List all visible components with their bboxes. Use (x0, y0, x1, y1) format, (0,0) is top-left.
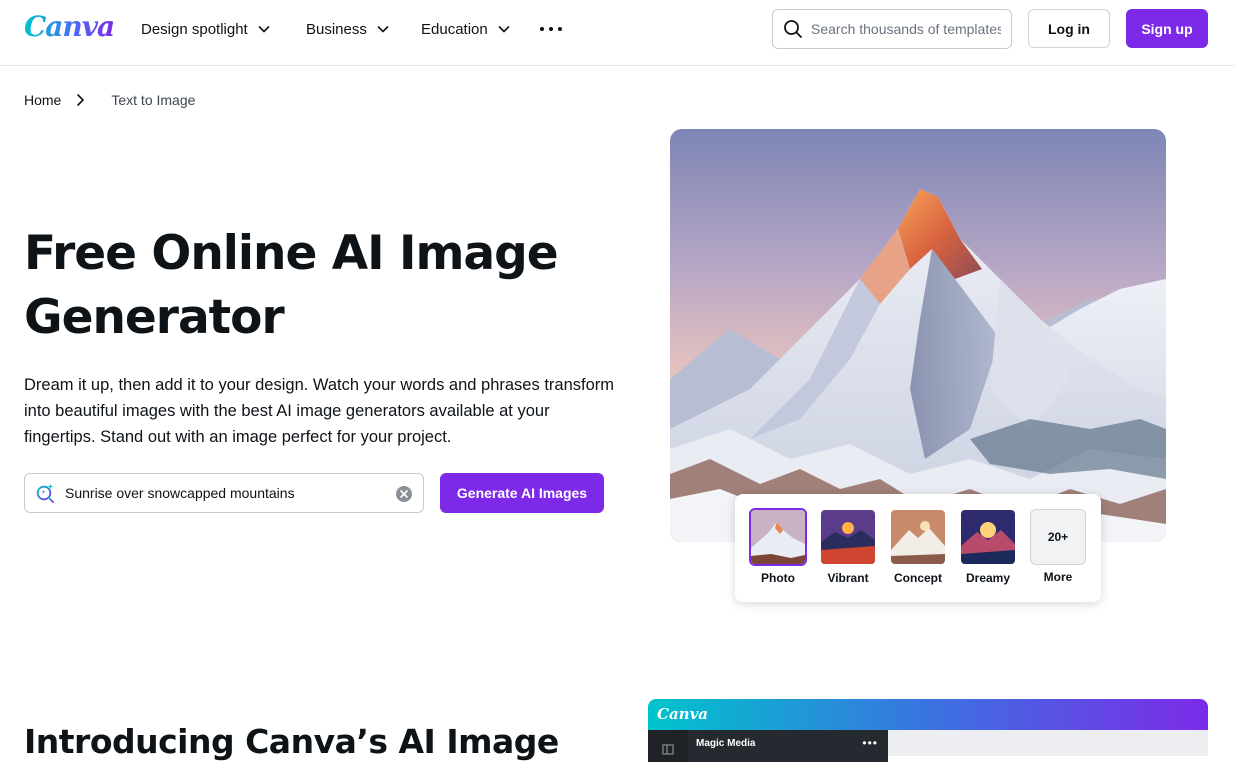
more-horizontal-icon[interactable] (540, 20, 562, 38)
canva-app-preview: Canva Magic Media ••• (648, 699, 1208, 762)
chevron-down-icon (377, 26, 389, 33)
canva-logo[interactable]: Canva (24, 10, 115, 43)
clear-icon[interactable] (396, 486, 412, 502)
search-input[interactable] (811, 21, 1001, 37)
chevron-down-icon (498, 26, 510, 33)
style-photo[interactable]: Photo (747, 508, 809, 585)
log-in-button[interactable]: Log in (1028, 9, 1110, 48)
breadcrumb-home-link[interactable]: Home (24, 92, 61, 108)
app-preview-sidebar (648, 730, 688, 762)
prompt-input[interactable] (65, 485, 375, 501)
style-vibrant[interactable]: Vibrant (817, 508, 879, 585)
style-more-count: 20+ (1030, 509, 1086, 565)
prompt-field[interactable] (24, 473, 424, 513)
style-dreamy-label: Dreamy (965, 571, 1011, 585)
top-navigation-bar: Canva Design spotlight Business Educatio… (0, 0, 1235, 66)
style-photo-label: Photo (761, 571, 795, 585)
hero-description: Dream it up, then add it to your design.… (24, 376, 615, 446)
nav-education[interactable]: Education (421, 0, 510, 58)
app-preview-header (648, 699, 1208, 730)
nav-business[interactable]: Business (306, 0, 389, 58)
nav-business-label: Business (306, 20, 367, 38)
search-bar[interactable] (772, 9, 1012, 49)
nav-education-label: Education (421, 20, 488, 38)
breadcrumb: Home Text to Image (24, 92, 195, 108)
style-dreamy[interactable]: Dreamy (957, 508, 1019, 585)
app-preview-logo: Canva (657, 705, 708, 723)
mountain-illustration (670, 129, 1166, 542)
section-title: Introducing Canva’s AI Image (24, 722, 559, 761)
style-vibrant-label: Vibrant (827, 571, 869, 585)
nav-design-spotlight-label: Design spotlight (141, 20, 248, 38)
chevron-right-icon (77, 94, 85, 106)
app-preview-strip (888, 756, 1208, 762)
style-selector: Photo Vibrant Concept Dreamy 20+ More (735, 494, 1101, 602)
chevron-down-icon (258, 26, 270, 33)
magic-media-panel: Magic Media ••• (688, 730, 888, 762)
magic-search-icon (36, 484, 54, 503)
style-vibrant-thumbnail (819, 508, 877, 566)
more-horizontal-icon: ••• (862, 736, 878, 750)
hero-mountain-image (670, 129, 1166, 542)
style-concept-label: Concept (894, 571, 942, 585)
page-title: Free Online AI Image Generator (24, 226, 559, 345)
style-dreamy-thumbnail (959, 508, 1017, 566)
search-icon (784, 20, 802, 38)
magic-media-title: Magic Media (696, 738, 756, 749)
generate-ai-images-button[interactable]: Generate AI Images (440, 473, 604, 513)
sign-up-button[interactable]: Sign up (1126, 9, 1208, 48)
panel-icon (662, 744, 674, 755)
style-concept-thumbnail (889, 508, 947, 566)
breadcrumb-current: Text to Image (111, 92, 196, 108)
style-more-label: More (1043, 570, 1073, 584)
style-concept[interactable]: Concept (887, 508, 949, 585)
nav-design-spotlight[interactable]: Design spotlight (141, 0, 270, 58)
style-photo-thumbnail (749, 508, 807, 566)
style-more[interactable]: 20+ More (1027, 508, 1089, 584)
